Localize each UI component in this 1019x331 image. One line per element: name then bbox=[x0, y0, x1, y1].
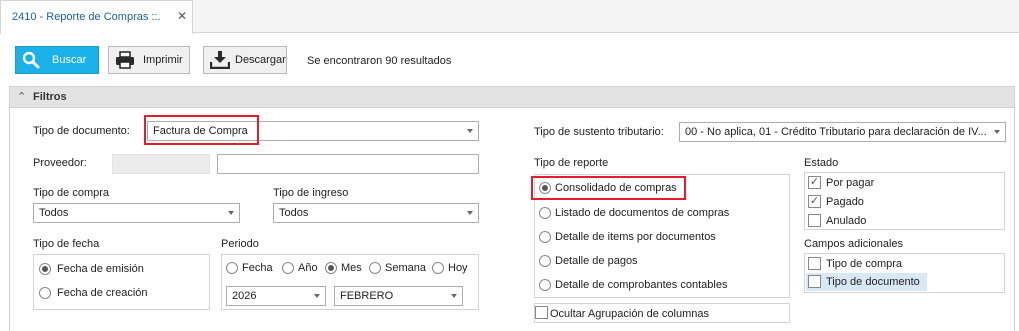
chevron-down-icon bbox=[994, 130, 1000, 134]
imprimir-button[interactable]: Imprimir bbox=[108, 46, 190, 74]
radio-fecha-creacion[interactable] bbox=[39, 287, 51, 299]
download-icon bbox=[210, 51, 230, 69]
campo-tipo-documento-label: Tipo de documento bbox=[826, 276, 920, 288]
tipo-compra-select[interactable]: Todos bbox=[33, 203, 240, 223]
search-icon bbox=[22, 51, 40, 69]
descargar-label: Descargar bbox=[235, 54, 286, 66]
highlight-box bbox=[144, 115, 259, 145]
fecha-emision-label: Fecha de emisión bbox=[57, 263, 144, 275]
por-pagar-checkbox[interactable]: ✓ bbox=[808, 176, 821, 189]
results-count: Se encontraron 90 resultados bbox=[307, 55, 452, 67]
chevron-down-icon bbox=[314, 294, 320, 298]
tipo-ingreso-value: Todos bbox=[279, 207, 309, 219]
ocultar-label: Ocultar Agrupación de columnas bbox=[550, 308, 709, 320]
printer-icon bbox=[116, 51, 134, 69]
proveedor-label: Proveedor: bbox=[33, 157, 87, 169]
close-icon[interactable]: ✕ bbox=[177, 9, 187, 23]
proveedor-name-field[interactable] bbox=[217, 154, 479, 174]
sustento-value: 00 - No aplica, 01 - Crédito Tributario … bbox=[685, 126, 987, 138]
radio-periodo-mes[interactable] bbox=[325, 262, 337, 274]
chevron-down-icon bbox=[467, 211, 473, 215]
tipo-ingreso-select[interactable]: Todos bbox=[273, 203, 479, 223]
sustento-select[interactable]: 00 - No aplica, 01 - Crédito Tributario … bbox=[679, 122, 1006, 142]
periodo-semana-label: Semana bbox=[385, 262, 426, 274]
year-select[interactable]: 2026 bbox=[226, 286, 326, 306]
chevron-down-icon bbox=[451, 294, 457, 298]
detalle-items-label: Detalle de items por documentos bbox=[555, 231, 716, 243]
imprimir-label: Imprimir bbox=[143, 54, 183, 66]
tipo-ingreso-label: Tipo de ingreso bbox=[273, 187, 349, 199]
radio-detalle-pagos[interactable] bbox=[539, 255, 551, 267]
campo-tipo-documento-checkbox[interactable] bbox=[808, 275, 821, 288]
tipo-compra-value: Todos bbox=[39, 207, 69, 219]
proveedor-code-field bbox=[112, 154, 210, 174]
listado-label: Listado de documentos de compras bbox=[555, 207, 730, 219]
filtros-title: Filtros bbox=[33, 91, 67, 103]
radio-periodo-fecha[interactable] bbox=[226, 262, 238, 274]
por-pagar-label: Por pagar bbox=[826, 177, 875, 189]
year-value: 2026 bbox=[232, 290, 257, 302]
detalle-pagos-label: Detalle de pagos bbox=[555, 255, 638, 267]
pagado-checkbox[interactable]: ✓ bbox=[808, 195, 821, 208]
buscar-button[interactable]: Buscar bbox=[15, 46, 99, 74]
radio-listado[interactable] bbox=[539, 207, 551, 219]
sustento-label: Tipo de sustento tributario: bbox=[534, 126, 664, 138]
periodo-anio-label: Año bbox=[298, 262, 318, 274]
radio-detalle-comprobantes[interactable] bbox=[539, 279, 551, 291]
radio-fecha-emision[interactable] bbox=[39, 263, 51, 275]
month-select[interactable]: FEBRERO bbox=[334, 286, 463, 306]
periodo-mes-label: Mes bbox=[341, 262, 362, 274]
tipo-fecha-label: Tipo de fecha bbox=[33, 238, 100, 250]
periodo-hoy-label: Hoy bbox=[448, 262, 468, 274]
campo-tipo-compra-checkbox[interactable] bbox=[808, 257, 821, 270]
tipo-documento-label: Tipo de documento: bbox=[33, 125, 130, 137]
campos-label: Campos adicionales bbox=[804, 238, 904, 250]
filtros-header[interactable] bbox=[9, 86, 1015, 108]
tipo-compra-label: Tipo de compra bbox=[33, 187, 110, 199]
periodo-label: Periodo bbox=[221, 238, 259, 250]
radio-periodo-semana[interactable] bbox=[369, 262, 381, 274]
pagado-label: Pagado bbox=[826, 196, 864, 208]
fecha-creacion-label: Fecha de creación bbox=[57, 287, 148, 299]
tipo-reporte-label: Tipo de reporte bbox=[534, 157, 609, 169]
anulado-label: Anulado bbox=[826, 215, 867, 227]
detalle-comprobantes-label: Detalle de comprobantes contables bbox=[555, 279, 728, 291]
chevron-down-icon bbox=[228, 211, 234, 215]
tab-title: 2410 - Reporte de Compras ::. bbox=[12, 11, 161, 23]
ocultar-checkbox[interactable] bbox=[535, 306, 548, 319]
anulado-checkbox[interactable] bbox=[808, 214, 821, 227]
radio-detalle-items[interactable] bbox=[539, 231, 551, 243]
radio-periodo-anio[interactable] bbox=[282, 262, 294, 274]
periodo-fecha-label: Fecha bbox=[242, 262, 273, 274]
radio-periodo-hoy[interactable] bbox=[432, 262, 444, 274]
descargar-button[interactable]: Descargar bbox=[203, 46, 287, 74]
tab-reporte-compras[interactable]: 2410 - Reporte de Compras ::. ✕ bbox=[0, 0, 193, 34]
chevron-up-icon[interactable]: ⌃ bbox=[17, 90, 26, 103]
chevron-down-icon bbox=[467, 129, 473, 133]
buscar-label: Buscar bbox=[52, 54, 87, 66]
campo-tipo-compra-label: Tipo de compra bbox=[826, 258, 903, 270]
estado-label: Estado bbox=[804, 157, 839, 169]
highlight-box bbox=[531, 176, 686, 200]
month-value: FEBRERO bbox=[340, 290, 394, 302]
